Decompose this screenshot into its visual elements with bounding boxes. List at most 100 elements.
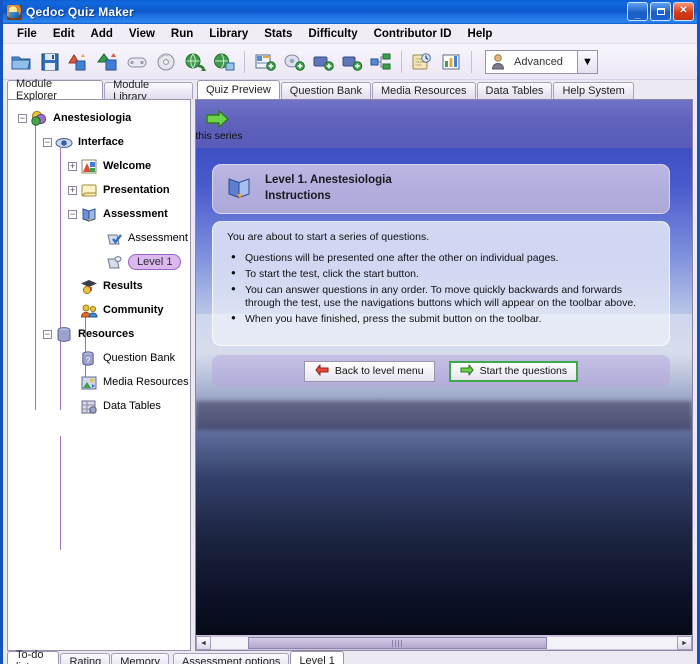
- tree-expander[interactable]: −: [68, 209, 77, 219]
- tab-memory[interactable]: Memory: [111, 653, 169, 664]
- tree-item-level-1[interactable]: Level 1: [10, 250, 188, 274]
- menu-item-view[interactable]: View: [121, 26, 163, 42]
- tab-quiz-preview[interactable]: Quiz Preview: [197, 80, 280, 99]
- tree-expander[interactable]: +: [68, 185, 77, 195]
- blue-book-icon: [225, 175, 253, 204]
- toolbar-separator: [244, 50, 245, 73]
- toolbar: Advanced ▼: [3, 44, 697, 80]
- add-table-icon[interactable]: [252, 49, 278, 75]
- red-left-arrow-icon: [315, 363, 329, 379]
- explorer-tabstrip: Module Explorer Module Library: [3, 78, 193, 103]
- tree-expander[interactable]: −: [18, 113, 27, 123]
- tree-item-resources[interactable]: − Resources: [10, 322, 188, 346]
- tab-assessment-options[interactable]: Assessment options: [173, 653, 290, 664]
- maximize-button[interactable]: [650, 2, 671, 21]
- todo-column: To-do list Rating Memory ?! Off ▼: [3, 649, 169, 664]
- tree-item-results[interactable]: Results: [10, 274, 188, 298]
- scroll-right-arrow-icon[interactable]: ►: [677, 636, 692, 650]
- add-card-icon[interactable]: [339, 49, 365, 75]
- menu-item-help[interactable]: Help: [460, 26, 501, 42]
- menu-item-edit[interactable]: Edit: [45, 26, 83, 42]
- tree-item-community[interactable]: Community: [10, 298, 188, 322]
- quiz-preview-panel: rt this series Level 1. Anestesiologia I…: [195, 99, 693, 651]
- level-title-card: Level 1. Anestesiologia Instructions: [212, 164, 670, 214]
- tree-item-media-resources[interactable]: Media Resources: [10, 370, 189, 394]
- preview-horizontal-scrollbar[interactable]: ◄ ►: [196, 635, 692, 650]
- tab-todo-list[interactable]: To-do list: [7, 649, 60, 664]
- disc-icon[interactable]: [153, 49, 179, 75]
- tab-rating[interactable]: Rating: [60, 653, 111, 664]
- tree-item-anestesiologia[interactable]: − Anestesiologia: [10, 106, 188, 130]
- data-tables-icon: [80, 398, 98, 415]
- close-button[interactable]: ✕: [673, 2, 694, 21]
- tree-item-label: Welcome: [103, 160, 152, 172]
- green-right-arrow-icon[interactable]: [206, 109, 230, 132]
- scroll-thumb[interactable]: [248, 637, 547, 649]
- menu-item-add[interactable]: Add: [83, 26, 121, 42]
- tab-level-1[interactable]: Level 1: [290, 651, 344, 664]
- todo-tabstrip: To-do list Rating Memory: [3, 649, 169, 664]
- interface-eye-icon: [55, 134, 73, 151]
- tree-item-interface[interactable]: − Interface: [10, 130, 188, 154]
- preview-toolbar: rt this series: [196, 100, 692, 148]
- user-mode-label: Advanced: [514, 55, 563, 68]
- close-icon: ✕: [679, 4, 688, 16]
- chevron-down-icon[interactable]: ▼: [576, 50, 597, 73]
- save-icon[interactable]: [37, 49, 63, 75]
- menu-item-difficulty[interactable]: Difficulty: [300, 26, 365, 42]
- application-window: Qedoc Quiz Maker _ ✕ File Edit Add View …: [0, 0, 700, 664]
- community-people-icon: [80, 302, 98, 319]
- tab-media-resources[interactable]: Media Resources: [371, 82, 476, 99]
- statistics-icon[interactable]: [438, 49, 464, 75]
- tab-data-tables[interactable]: Data Tables: [476, 82, 553, 99]
- minimize-button[interactable]: _: [627, 2, 648, 21]
- module-explorer-tree[interactable]: − Anestesiologia − Interface + Welcome +…: [7, 99, 191, 651]
- assessment-book-icon: [80, 206, 98, 223]
- options-check-icon: [105, 230, 123, 247]
- tab-help-system[interactable]: Help System: [553, 82, 634, 99]
- tree-item-data-tables[interactable]: Data Tables: [10, 394, 188, 418]
- tree-item-label: Question Bank: [103, 352, 176, 364]
- tree-expander[interactable]: +: [68, 161, 77, 171]
- tree-item-assessment-options[interactable]: Assessment options: [10, 226, 190, 250]
- instructions-card: You are about to start a series of quest…: [212, 221, 670, 346]
- open-folder-icon[interactable]: [8, 49, 34, 75]
- scroll-track[interactable]: [211, 636, 677, 650]
- globe-download-icon[interactable]: [211, 49, 237, 75]
- globe-refresh-icon[interactable]: [182, 49, 208, 75]
- back-button-label: Back to level menu: [334, 365, 424, 377]
- shapes-icon[interactable]: [95, 49, 121, 75]
- tree-item-presentation[interactable]: + Presentation: [10, 178, 188, 202]
- add-shapes-icon[interactable]: [66, 49, 92, 75]
- level-title-line1: Level 1. Anestesiologia: [265, 174, 392, 187]
- tree-item-welcome[interactable]: + Welcome: [10, 154, 188, 178]
- add-note-icon[interactable]: [310, 49, 336, 75]
- menu-item-stats[interactable]: Stats: [256, 26, 300, 42]
- tree-item-assessment[interactable]: − Assessment: [10, 202, 188, 226]
- menu-item-file[interactable]: File: [9, 26, 45, 42]
- scroll-left-arrow-icon[interactable]: ◄: [196, 636, 211, 650]
- instruction-bullet: You can answer questions in any order. T…: [231, 284, 655, 312]
- menu-item-library[interactable]: Library: [201, 26, 256, 42]
- scroll-grip: [392, 639, 403, 647]
- toolbar-separator-3: [471, 50, 472, 73]
- game-controller-icon[interactable]: [124, 49, 150, 75]
- instruction-bullet: To start the test, click the start butto…: [231, 268, 655, 282]
- tab-question-bank[interactable]: Question Bank: [280, 82, 371, 99]
- level-scroll-icon: [105, 254, 123, 271]
- history-icon[interactable]: [409, 49, 435, 75]
- tab-module-explorer[interactable]: Module Explorer: [7, 78, 104, 102]
- hierarchy-icon[interactable]: [368, 49, 394, 75]
- back-to-level-menu-button[interactable]: Back to level menu: [303, 360, 435, 382]
- tree-expander[interactable]: −: [43, 137, 52, 147]
- tab-module-library[interactable]: Module Library: [104, 79, 193, 103]
- right-column: Quiz Preview Question Bank Media Resourc…: [193, 80, 697, 651]
- user-mode-combo[interactable]: Advanced ▼: [485, 49, 598, 74]
- menu-item-contributor-id[interactable]: Contributor ID: [366, 26, 460, 42]
- tree-expander[interactable]: −: [43, 329, 52, 339]
- start-the-questions-button[interactable]: Start the questions: [448, 360, 579, 382]
- tree-item-question-bank[interactable]: ? Question Bank: [10, 346, 188, 370]
- menu-item-run[interactable]: Run: [163, 26, 201, 42]
- add-media-icon[interactable]: [281, 49, 307, 75]
- user-icon: [488, 52, 508, 72]
